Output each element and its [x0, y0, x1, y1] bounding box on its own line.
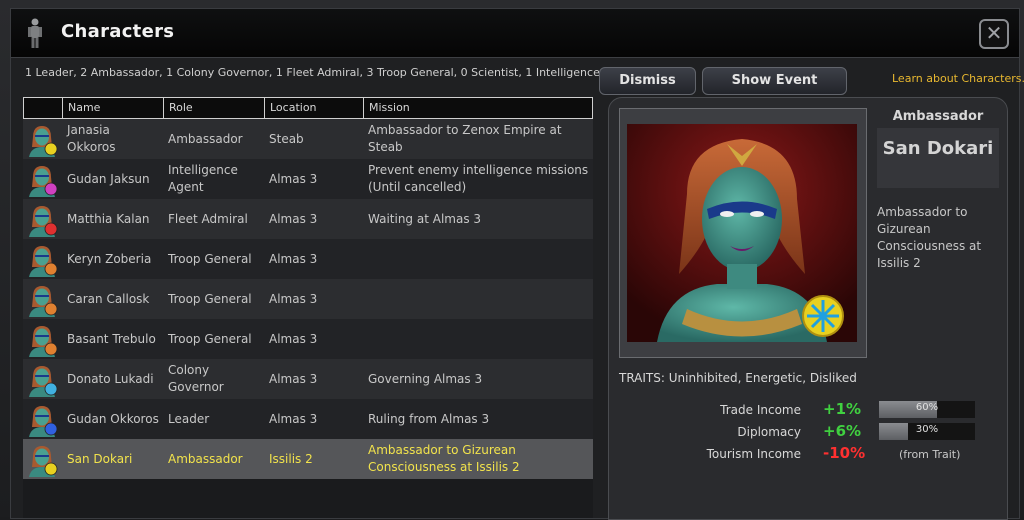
character-avatar-icon [29, 206, 58, 237]
cell-location: Almas 3 [269, 372, 318, 386]
cell-mission: Governing Almas 3 [368, 372, 483, 386]
characters-window: Characters ✕ 1 Leader, 2 Ambassador, 1 C… [10, 8, 1024, 520]
diplomacy-bar-text: 30% [915, 424, 939, 435]
cell-role: Ambassador [168, 132, 243, 146]
tourism-income-note: (from Trait) [899, 448, 961, 461]
character-avatar-icon [29, 246, 58, 277]
detail-name-box: San Dokari [877, 128, 999, 188]
cell-name: Donato Lukadi [67, 372, 154, 386]
column-header-role[interactable]: Role [169, 101, 193, 114]
character-detail-panel: Ambassador San Dokari Ambassador to Gizu… [608, 97, 1008, 520]
cell-location: Almas 3 [269, 212, 318, 226]
diplomacy-bar: 30% [879, 423, 975, 440]
cell-name: Basant Trebulo [67, 332, 156, 346]
character-portrait [627, 124, 857, 342]
cell-name: Janasia Okkoros [67, 123, 116, 154]
column-header-name[interactable]: Name [68, 101, 100, 114]
titlebar: Characters ✕ [11, 9, 1019, 58]
detail-mission: Ambassador to Gizurean Consciousness at … [877, 205, 982, 270]
column-header-mission[interactable]: Mission [369, 101, 410, 114]
cell-mission: Ambassador to Gizurean Consciousness at … [368, 443, 520, 474]
dismiss-button[interactable]: Dismiss [599, 67, 696, 95]
close-button[interactable]: ✕ [979, 19, 1009, 49]
cell-name: Gudan Okkoros [67, 412, 159, 426]
stat-label-tourism-income: Tourism Income [706, 447, 801, 461]
cell-location: Almas 3 [269, 332, 318, 346]
character-avatar-icon [29, 286, 58, 317]
table-row[interactable]: San Dokari Ambassador Issilis 2 Ambassador … [23, 439, 593, 479]
cell-role: Troop General [168, 292, 252, 306]
character-avatar-icon [29, 166, 58, 197]
cell-role: Leader [168, 412, 210, 426]
show-event-history-button[interactable]: Show Event History [702, 67, 847, 114]
portrait-frame [619, 108, 867, 358]
cell-mission: Waiting at Almas 3 [368, 212, 482, 226]
trade-income-bar: 60% [879, 401, 975, 418]
window-title: Characters [61, 21, 175, 42]
column-header-location[interactable]: Location [270, 101, 317, 114]
cell-role: Colony Governor [168, 363, 224, 394]
close-icon: ✕ [985, 21, 1003, 45]
cell-mission: Prevent enemy intelligence missions (Unt… [368, 163, 589, 194]
cell-name: San Dokari [67, 452, 133, 466]
character-avatar-icon [29, 406, 58, 437]
cell-location: Almas 3 [269, 172, 318, 186]
stat-value-diplomacy: +6% [823, 422, 862, 440]
character-figure-icon [28, 18, 42, 48]
cell-name: Caran Callosk [67, 292, 150, 306]
characters-table: Name Role Location Mission Janasia Okkor… [23, 97, 593, 518]
detail-name: San Dokari [882, 138, 994, 159]
cell-mission: Ambassador to Zenox Empire at Steab [368, 123, 562, 154]
table-header: Name Role Location Mission [23, 97, 593, 119]
stat-value-trade-income: +1% [823, 400, 862, 418]
cell-role: Fleet Admiral [168, 212, 248, 226]
cell-role: Troop General [168, 252, 252, 266]
character-avatar-icon [29, 446, 58, 477]
character-avatar-icon [29, 326, 58, 357]
stat-value-tourism-income: -10% [823, 444, 866, 462]
detail-role: Ambassador [892, 109, 984, 124]
table-row[interactable]: Caran Callosk Troop General Almas 3 [23, 279, 593, 319]
cell-role: Troop General [168, 332, 252, 346]
cell-name: Keryn Zoberia [67, 252, 152, 266]
table-row[interactable]: Janasia Okkoros Ambassador Steab Ambassador… [23, 119, 593, 159]
cell-role: Ambassador [168, 452, 243, 466]
cell-location: Almas 3 [269, 412, 318, 426]
table-row[interactable]: Keryn Zoberia Troop General Almas 3 [23, 239, 593, 279]
learn-about-characters-link[interactable]: Learn about Characters... [892, 72, 1024, 85]
stat-label-trade-income: Trade Income [720, 403, 801, 417]
cell-location: Issilis 2 [269, 452, 313, 466]
table-row[interactable]: Basant Trebulo Troop General Almas 3 [23, 319, 593, 359]
table-row[interactable]: Donato Lukadi Colony Governor Almas 3 Gover… [23, 359, 593, 399]
cell-location: Almas 3 [269, 252, 318, 266]
cell-location: Almas 3 [269, 292, 318, 306]
table-row[interactable]: Gudan Jaksun Intelligence Agent Almas 3 Pre… [23, 159, 593, 199]
cell-location: Steab [269, 132, 304, 146]
cell-name: Gudan Jaksun [67, 172, 150, 186]
cell-role: Intelligence Agent [168, 163, 238, 194]
table-row[interactable]: Gudan Okkoros Leader Almas 3 Ruling from Al… [23, 399, 593, 439]
detail-traits: TRAITS: Uninhibited, Energetic, Disliked [619, 371, 857, 385]
character-avatar-icon [29, 366, 58, 397]
character-summary: 1 Leader, 2 Ambassador, 1 Colony Governo… [25, 66, 636, 79]
cell-mission: Ruling from Almas 3 [368, 412, 490, 426]
trade-income-bar-text: 60% [915, 402, 939, 413]
table-row[interactable]: Matthia Kalan Fleet Admiral Almas 3 Waiting… [23, 199, 593, 239]
cell-name: Matthia Kalan [67, 212, 150, 226]
stat-label-diplomacy: Diplomacy [737, 425, 801, 439]
character-avatar-icon [29, 126, 58, 157]
